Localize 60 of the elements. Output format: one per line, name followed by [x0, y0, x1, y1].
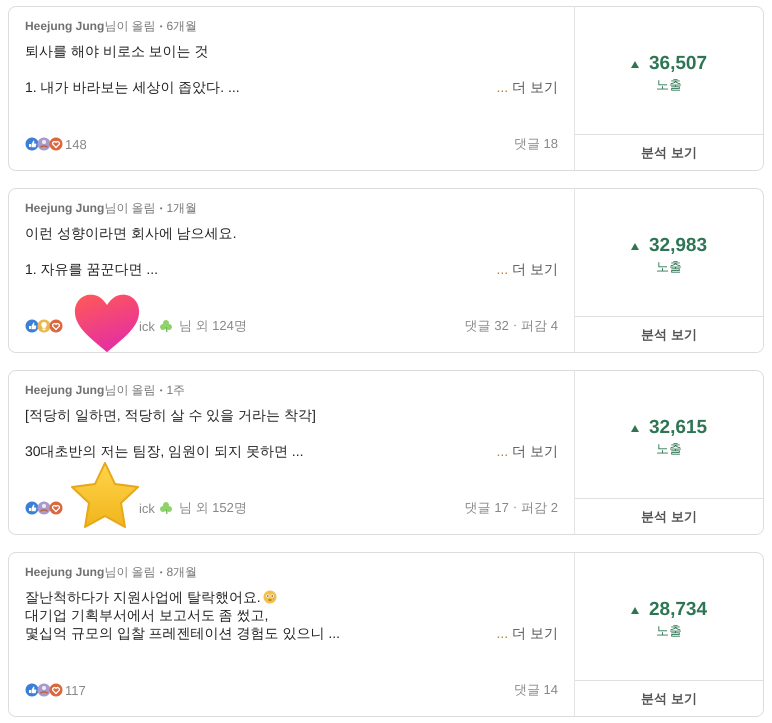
share-count[interactable]: 퍼감 2	[521, 499, 558, 517]
post-text: 몇십억 규모의 입찰 프레젠테이션 경험도 있으니 ...	[25, 624, 340, 642]
post-text: 1. 자유를 꿈꾼다면 ...	[25, 260, 158, 278]
reaction-count[interactable]: 148	[65, 136, 87, 152]
reaction-count[interactable]: 님 외 152명	[178, 499, 247, 517]
reaction-count[interactable]: 님 외 124명	[178, 317, 247, 335]
reaction-count[interactable]: 117	[65, 682, 86, 698]
separator-dot: ·	[512, 499, 518, 516]
analytics-button[interactable]: 분석 보기	[575, 134, 763, 170]
impression-count: 28,734	[648, 599, 708, 621]
bullet-separator: •	[160, 22, 162, 30]
bullet-separator: •	[160, 386, 162, 394]
bullet-separator: •	[160, 568, 162, 576]
reactor-name[interactable]: ick	[139, 500, 155, 516]
ellipsis-text: ...	[496, 78, 508, 96]
impression-label: 노출	[656, 258, 682, 276]
post-age: 1개월	[166, 200, 198, 216]
impression-label: 노출	[656, 440, 682, 458]
post-age: 8개월	[166, 564, 198, 580]
posted-label: 님이 올림	[104, 382, 156, 398]
see-more-link[interactable]: 더 보기	[512, 624, 558, 642]
post-author[interactable]: Heejung Jung	[25, 565, 104, 579]
see-more-link[interactable]: 더 보기	[512, 260, 558, 278]
comment-count[interactable]: 댓글 14	[514, 681, 558, 699]
analytics-button[interactable]: 분석 보기	[575, 498, 763, 534]
post-text: 잘난척하다가 지원사업에 탈락했어요.	[25, 588, 261, 606]
reactor-name[interactable]: ick	[139, 318, 155, 334]
post-author[interactable]: Heejung Jung	[25, 19, 104, 33]
analytics-button[interactable]: 분석 보기	[575, 680, 763, 716]
post-age: 1주	[166, 382, 186, 398]
emoji-icon	[262, 590, 277, 604]
comment-count[interactable]: 댓글 32	[464, 317, 509, 335]
impression-count: 36,507	[648, 53, 708, 75]
post-text: 1. 내가 바라보는 세상이 좁았다. ...	[25, 78, 240, 96]
post-text: 30대초반의 저는 팀장, 임원이 되지 못하면 ...	[25, 442, 304, 460]
impression-count: 32,615	[648, 417, 708, 439]
impression-count: 32,983	[648, 235, 708, 257]
separator-dot: ·	[512, 317, 518, 334]
post-text: 퇴사를 해야 비로소 보이는 것	[25, 42, 209, 60]
see-more-link[interactable]: 더 보기	[512, 442, 558, 460]
comment-count[interactable]: 댓글 18	[514, 135, 558, 153]
posted-label: 님이 올림	[104, 18, 156, 34]
ellipsis-text: ...	[496, 624, 508, 642]
share-count[interactable]: 퍼감 4	[521, 317, 558, 335]
post-author[interactable]: Heejung Jung	[25, 201, 104, 215]
post-age: 6개월	[166, 18, 198, 34]
post-text: [적당히 일하면, 적당히 살 수 있을 거라는 착각]	[25, 406, 316, 424]
post-author[interactable]: Heejung Jung	[25, 383, 104, 397]
posted-label: 님이 올림	[104, 200, 156, 216]
impression-label: 노출	[656, 76, 682, 94]
analytics-button[interactable]: 분석 보기	[575, 316, 763, 352]
comment-count[interactable]: 댓글 17	[464, 499, 509, 517]
ellipsis-text: ...	[496, 260, 508, 278]
see-more-link[interactable]: 더 보기	[512, 78, 558, 96]
ellipsis-text: ...	[496, 442, 508, 460]
post-text: 대기업 기획부서에서 보고서도 좀 썼고,	[25, 606, 268, 624]
impression-label: 노출	[656, 622, 682, 640]
posted-label: 님이 올림	[104, 564, 156, 580]
bullet-separator: •	[160, 204, 162, 212]
post-text: 이런 성향이라면 회사에 남으세요.	[25, 224, 237, 242]
